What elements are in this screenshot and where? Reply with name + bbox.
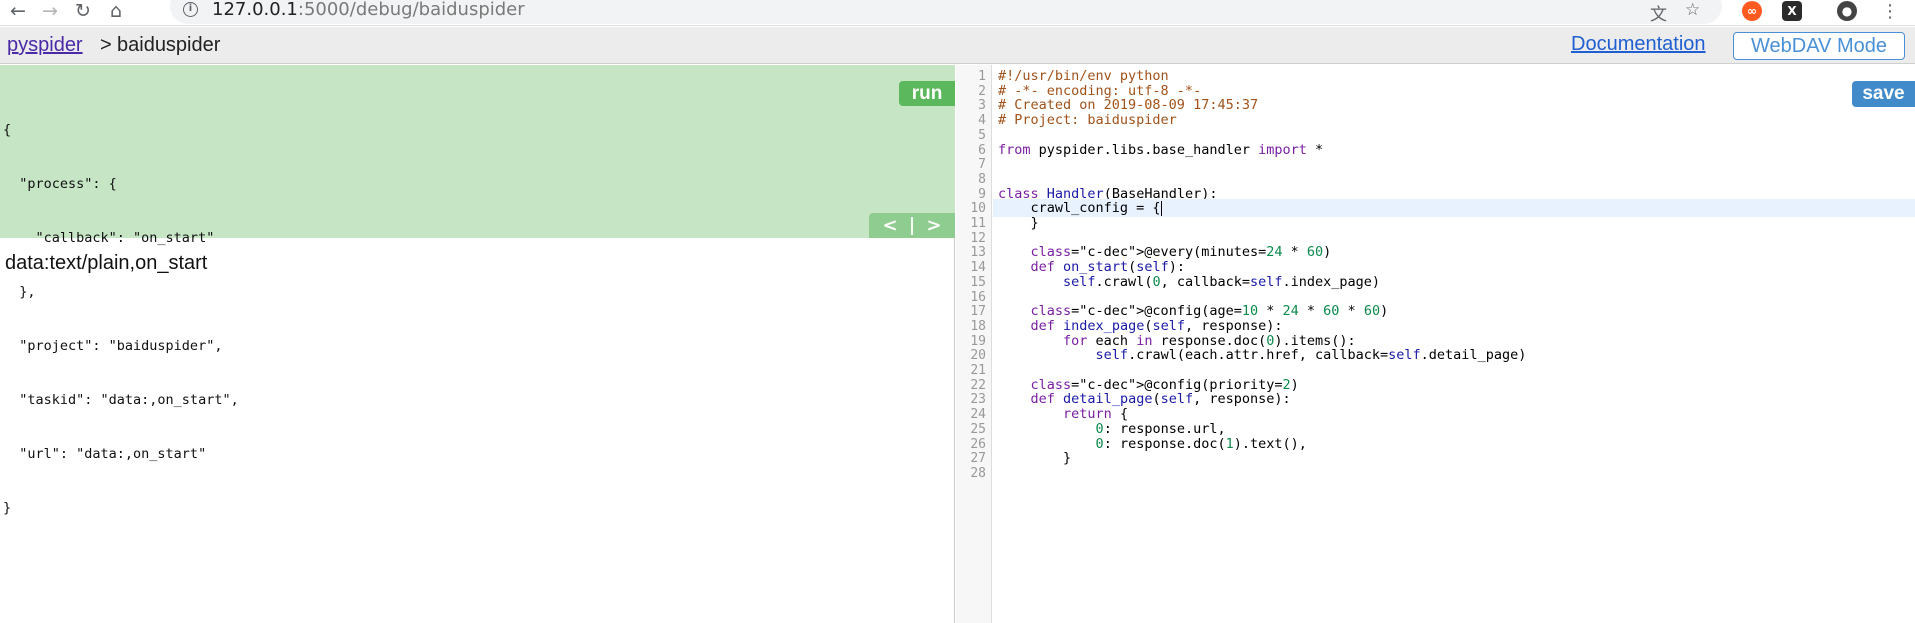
task-json[interactable]: { "process": { "callback": "on_start" },… — [3, 85, 239, 553]
line-number: 1 — [978, 69, 986, 84]
line-number: 26 — [970, 436, 986, 452]
save-button[interactable]: save — [1852, 81, 1915, 107]
line-number: 17 — [970, 304, 986, 320]
browser-menu-icon[interactable]: ⋮ — [1876, 0, 1904, 22]
line-number: 21 — [970, 363, 986, 378]
code-editor[interactable]: 1 2 3 4 5 6 7 8 9 10 11 12 13 14 15 16 17 18 19 20 21 22 23 24 2… — [956, 65, 1915, 623]
back-icon[interactable]: ← — [4, 0, 32, 22]
browser-toolbar: ← → ↻ ⌂ i 127.0.0.1:5000/debug/baiduspid… — [0, 0, 1915, 26]
task-json-line: "callback": "on_start" — [3, 230, 215, 246]
debug-left-panel: { "process": { "callback": "on_start" },… — [0, 65, 955, 623]
line-number: 6 — [978, 142, 986, 158]
line-number: 28 — [970, 465, 986, 481]
app-header: pyspider > baiduspider Documentation Web… — [0, 27, 1915, 64]
result-output: data:text/plain,on_start — [5, 252, 208, 274]
line-number: 25 — [970, 421, 986, 437]
line-number: 16 — [970, 289, 986, 305]
address-bar[interactable]: i 127.0.0.1:5000/debug/baiduspider 文 ☆ — [170, 0, 1722, 25]
run-button[interactable]: run — [899, 81, 955, 106]
line-number: 19 — [970, 333, 986, 349]
task-json-line: "process": { — [3, 176, 117, 192]
code-area[interactable]: #!/usr/bin/env python # -*- encoding: utf… — [993, 65, 1915, 623]
line-number: 7 — [978, 157, 986, 173]
line-number: 8 — [978, 171, 986, 187]
task-json-line: "taskid": "data:,on_start", — [3, 392, 239, 408]
line-number: 12 — [970, 230, 986, 246]
line-number: 27 — [970, 451, 986, 467]
line-number: 23 — [970, 392, 986, 408]
webdav-mode-button[interactable]: WebDAV Mode — [1733, 32, 1905, 60]
task-editor[interactable]: { "process": { "callback": "on_start" },… — [0, 65, 955, 516]
url-path: :5000/debug/baiduspider — [297, 0, 525, 20]
profile-avatar[interactable]: ● — [1837, 1, 1857, 21]
line-number: 24 — [970, 407, 986, 423]
line-number: 11 — [970, 216, 986, 231]
line-number: 4 — [978, 113, 986, 129]
breadcrumb-separator: > — [100, 34, 112, 56]
extension-x-icon[interactable]: X — [1782, 1, 1802, 21]
task-json-line: "project": "baiduspider", — [3, 338, 223, 354]
url-text[interactable]: 127.0.0.1:5000/debug/baiduspider — [212, 0, 525, 20]
bookmark-star-icon[interactable]: ☆ — [1685, 0, 1700, 20]
line-number: 15 — [970, 274, 986, 290]
line-number: 22 — [970, 377, 986, 393]
home-icon[interactable]: ⌂ — [102, 0, 130, 22]
line-number: 18 — [970, 318, 986, 334]
line-number: 3 — [978, 98, 986, 114]
breadcrumb-project: baiduspider — [117, 34, 221, 56]
line-number: 20 — [970, 348, 986, 364]
extension-infinity-icon[interactable]: ∞ — [1742, 1, 1762, 21]
forward-icon[interactable]: → — [36, 0, 64, 22]
line-number-gutter: 1 2 3 4 5 6 7 8 9 10 11 12 13 14 15 16 17 18 19 20 21 22 23 24 2… — [956, 65, 992, 623]
line-number: 10 — [970, 201, 986, 217]
url-host: 127.0.0.1 — [212, 0, 298, 20]
translate-icon[interactable]: 文 — [1650, 0, 1667, 25]
next-task-button[interactable]: > — [913, 213, 955, 238]
pager-divider — [911, 216, 913, 235]
task-json-line: } — [3, 500, 12, 516]
task-json-line: { — [3, 122, 12, 138]
line-number: 2 — [978, 83, 986, 99]
line-number: 14 — [970, 260, 986, 276]
task-json-line: }, — [3, 284, 36, 300]
line-number: 13 — [970, 245, 986, 261]
breadcrumb-home-link[interactable]: pyspider — [7, 34, 83, 57]
line-number: 9 — [978, 186, 986, 202]
line-number: 5 — [978, 127, 986, 143]
task-json-line: "url": "data:,on_start" — [3, 446, 207, 462]
code-line[interactable] — [993, 464, 1915, 482]
reload-icon[interactable]: ↻ — [69, 0, 97, 22]
prev-task-button[interactable]: < — [869, 213, 911, 238]
documentation-link[interactable]: Documentation — [1571, 33, 1706, 56]
site-info-icon[interactable]: i — [183, 2, 198, 17]
task-pager: < > — [869, 213, 955, 238]
